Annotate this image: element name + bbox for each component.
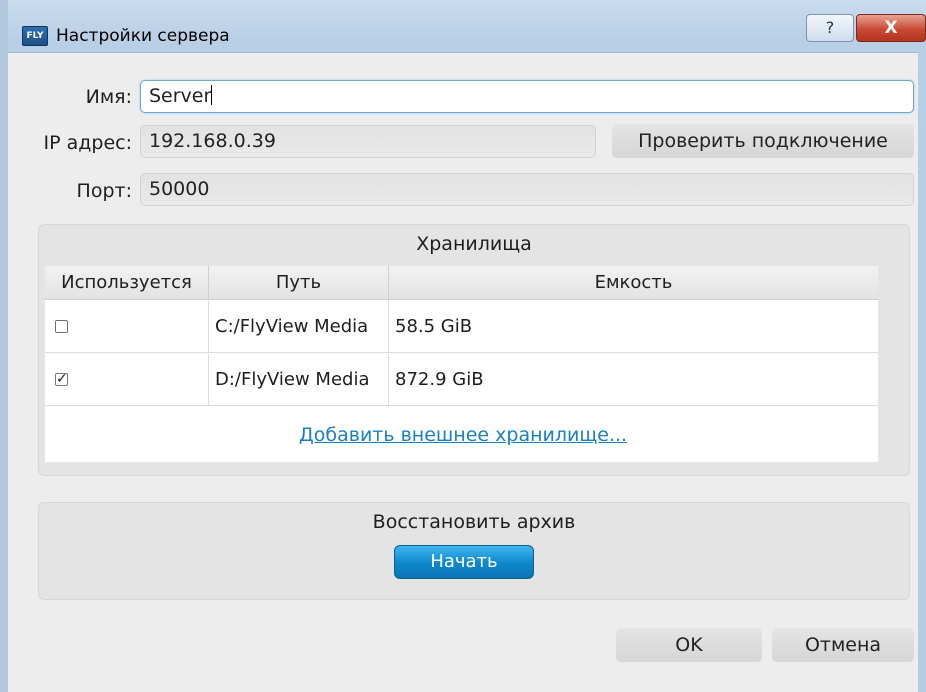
used-checkbox[interactable]: [55, 320, 68, 333]
port-field: 50000: [140, 173, 914, 206]
table-header: Используется Путь Емкость: [45, 266, 878, 300]
name-input[interactable]: Server: [140, 80, 914, 113]
help-button[interactable]: ?: [806, 14, 854, 42]
used-cell: [45, 301, 209, 353]
ok-button[interactable]: OK: [616, 628, 762, 662]
ip-label: IP адрес:: [43, 132, 132, 154]
check-connection-button[interactable]: Проверить подключение: [612, 124, 914, 158]
path-cell: C:/FlyView Media: [209, 301, 389, 353]
restore-archive-title: Восстановить архив: [372, 511, 576, 533]
text-caret: [211, 85, 213, 105]
name-value: Server: [149, 85, 212, 107]
column-capacity[interactable]: Емкость: [389, 266, 878, 300]
close-button[interactable]: X: [856, 14, 926, 42]
storage-title: Хранилища: [416, 233, 532, 255]
name-label: Имя:: [85, 86, 132, 108]
cancel-button[interactable]: Отмена: [772, 628, 914, 662]
table-row[interactable]: ✓ D:/FlyView Media 872.9 GiB: [45, 354, 878, 406]
column-used[interactable]: Используется: [45, 266, 209, 300]
add-external-storage-link[interactable]: Добавить внешнее хранилище...: [0, 424, 926, 446]
app-icon: FLY: [22, 26, 48, 46]
port-label: Порт:: [76, 180, 132, 202]
window-title: Настройки сервера: [56, 26, 230, 46]
path-cell: D:/FlyView Media: [209, 354, 389, 406]
table-row[interactable]: C:/FlyView Media 58.5 GiB: [45, 301, 878, 353]
title-bar[interactable]: FLY Настройки сервера ? X: [8, 0, 926, 52]
column-path[interactable]: Путь: [209, 266, 389, 300]
ip-field: 192.168.0.39: [140, 125, 596, 158]
start-button[interactable]: Начать: [394, 545, 534, 579]
capacity-cell: 872.9 GiB: [395, 369, 484, 390]
used-cell: ✓: [45, 354, 209, 406]
used-checkbox[interactable]: ✓: [55, 372, 68, 386]
capacity-cell: 58.5 GiB: [395, 316, 473, 337]
